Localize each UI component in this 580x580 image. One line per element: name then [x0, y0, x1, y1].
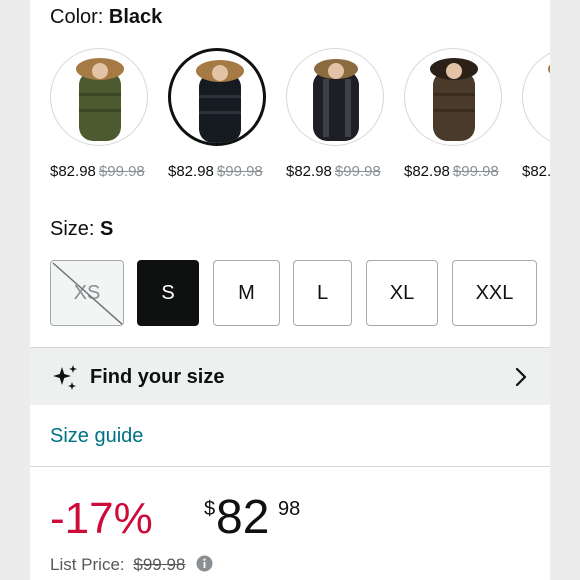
find-your-size-row[interactable]: Find your size — [30, 347, 550, 405]
find-your-size-label: Find your size — [90, 366, 225, 388]
swatch-price: $82.98 $99.98 — [50, 163, 145, 180]
color-label: Color: — [50, 6, 104, 28]
list-price: List Price: $99.98 — [50, 555, 213, 575]
color-swatch-black-shiny[interactable]: $82.98 $99.98 — [286, 46, 396, 186]
color-swatch-olive[interactable]: $82.98 $99.98 — [50, 46, 160, 186]
coat-image — [313, 59, 359, 141]
product-options-panel: Color: Black $82.98 $99.98 $82.98 $99.98… — [30, 0, 550, 580]
size-label: Size: — [50, 218, 95, 240]
list-price-label: List Price: — [50, 555, 125, 574]
size-option-xs[interactable]: XS — [50, 260, 124, 326]
price-whole: 82 — [216, 491, 270, 544]
swatch-price: $82.98 $99.98 — [404, 163, 499, 180]
unavailable-strike — [52, 262, 123, 325]
size-value: S — [100, 218, 114, 240]
coat-image — [548, 64, 550, 74]
color-swatch-brown[interactable]: $82.98 $99.98 — [404, 46, 514, 186]
size-option-s[interactable]: S — [137, 260, 199, 326]
price-fraction: 98 — [278, 498, 301, 520]
list-price-value: $99.98 — [133, 555, 186, 574]
swatch-image — [168, 48, 266, 146]
info-icon[interactable] — [196, 555, 213, 572]
coat-image — [196, 60, 244, 143]
size-option-l[interactable]: L — [293, 260, 352, 326]
price-currency: $ — [204, 498, 216, 520]
swatch-image — [50, 48, 148, 146]
coat-image — [430, 58, 478, 141]
size-option-xxl[interactable]: XXL — [452, 260, 537, 326]
swatch-image — [522, 48, 550, 146]
discount-percent: -17% — [50, 494, 153, 543]
color-swatch-black[interactable]: $82.98 $99.98 — [168, 46, 278, 186]
divider — [30, 466, 550, 467]
color-swatch-navy[interactable]: $82. — [522, 46, 550, 186]
swatch-price: $82. — [522, 163, 550, 180]
coat-image — [76, 58, 124, 141]
swatch-image — [286, 48, 384, 146]
sparkle-icon — [53, 365, 77, 390]
size-option-xl[interactable]: XL — [366, 260, 438, 326]
swatch-image — [404, 48, 502, 146]
color-heading: Color: Black — [50, 6, 162, 29]
size-guide-link[interactable]: Size guide — [50, 425, 143, 448]
size-heading: Size: S — [50, 218, 113, 241]
chevron-right-icon — [515, 367, 527, 387]
swatch-price: $82.98 $99.98 — [286, 163, 381, 180]
color-swatch-list: $82.98 $99.98 $82.98 $99.98 $82.98 $99.9… — [30, 46, 550, 186]
size-option-m[interactable]: M — [213, 260, 280, 326]
swatch-price: $82.98 $99.98 — [168, 163, 263, 180]
color-value: Black — [108, 6, 163, 28]
